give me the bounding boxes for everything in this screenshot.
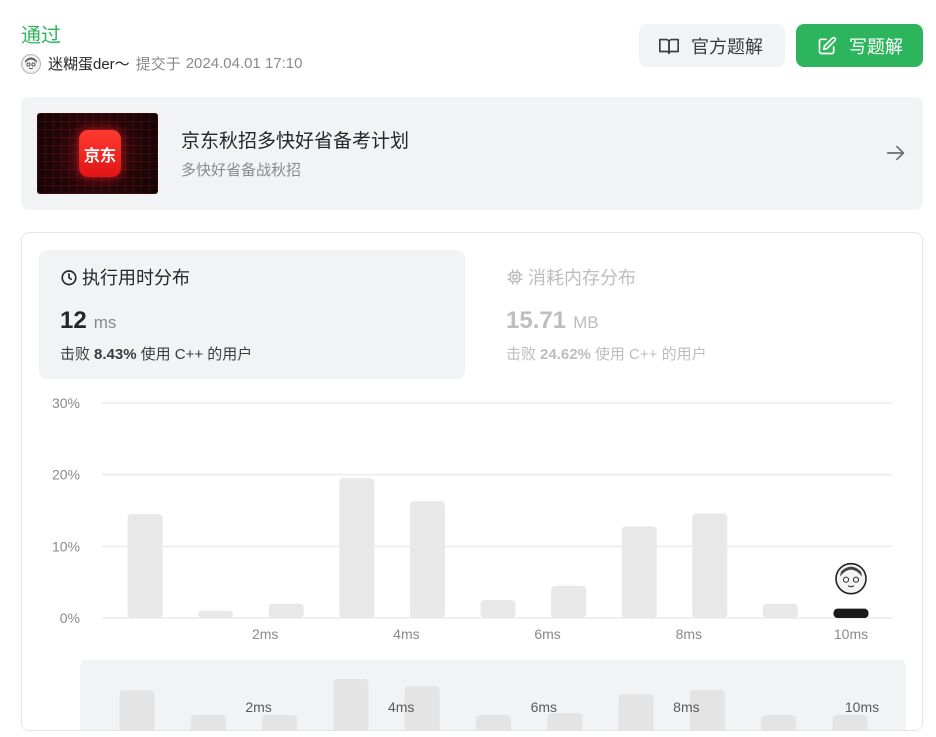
- overview-x-label: 2ms: [245, 699, 271, 715]
- memory-value: 15.71: [506, 307, 567, 334]
- memory-beat-suffix: 使用 C++ 的用户: [594, 346, 707, 363]
- chip-icon: [506, 268, 524, 286]
- jd-logo: 京东: [79, 130, 121, 177]
- user-position-avatar-icon[interactable]: [835, 562, 867, 595]
- avatar[interactable]: [21, 53, 41, 74]
- write-solution-button[interactable]: 写题解: [796, 24, 923, 67]
- write-solution-label: 写题解: [849, 36, 903, 57]
- runtime-beat-suffix: 使用 C++ 的用户: [140, 346, 253, 363]
- overview-bar: [476, 715, 511, 730]
- y-tick-label: 20%: [52, 467, 80, 483]
- bar: [480, 600, 516, 618]
- arrow-right-icon[interactable]: [885, 142, 907, 164]
- bar: [692, 513, 728, 618]
- overview-x-label: 6ms: [531, 699, 557, 715]
- bar: [551, 585, 587, 618]
- runtime-beat-pct: 8.43%: [94, 346, 137, 363]
- performance-card: 执行用时分布 12 ms 击败 8.43% 使用 C++ 的用户 消耗内存分布 15…: [21, 232, 923, 731]
- memory-beat: 击败 24.62% 使用 C++ 的用户: [506, 343, 707, 364]
- y-tick-label: 30%: [52, 395, 80, 411]
- memory-unit: MB: [573, 313, 599, 332]
- memory-title: 消耗内存分布: [528, 268, 636, 288]
- overview-bar: [832, 715, 868, 730]
- bar: [762, 603, 798, 618]
- x-tick-label: 10ms: [834, 626, 868, 642]
- runtime-unit: ms: [93, 313, 117, 332]
- bar: [198, 610, 234, 618]
- book-icon: [657, 34, 681, 58]
- promo-banner[interactable]: 京东 京东秋招多快好省备考计划 多快好省备战秋招: [21, 97, 923, 210]
- bar: [339, 478, 375, 618]
- memory-beat-prefix: 击败: [506, 346, 537, 363]
- overview-bar: [547, 712, 583, 730]
- runtime-title: 执行用时分布: [82, 268, 190, 288]
- overview-bar: [119, 690, 155, 730]
- x-tick-label: 4ms: [393, 626, 419, 642]
- overview-bar: [618, 694, 654, 730]
- overview-x-label: 8ms: [673, 699, 699, 715]
- banner-image: 京东: [37, 113, 158, 194]
- official-solution-button[interactable]: 官方题解: [639, 24, 785, 67]
- user-name[interactable]: 迷糊蛋der〜: [48, 53, 130, 74]
- overview-bar: [190, 715, 226, 730]
- edit-icon: [815, 34, 839, 58]
- overview-bar: [761, 715, 797, 730]
- official-solution-label: 官方题解: [691, 36, 763, 57]
- bar: [268, 603, 304, 618]
- runtime-beat: 击败 8.43% 使用 C++ 的用户: [60, 343, 252, 364]
- selected-bar: [833, 608, 869, 618]
- submit-time: 2024.04.01 17:10: [185, 55, 303, 72]
- submission-meta: 迷糊蛋der〜 提交于 2024.04.01 17:10: [21, 53, 302, 74]
- runtime-distribution-chart[interactable]: 30% 20% 10% 0% 2ms 4ms 6ms 8ms 10ms 2ms 4ms 6ms 8ms…: [22, 383, 922, 731]
- bar: [409, 501, 445, 618]
- tab-memory[interactable]: 消耗内存分布 15.71 MB 击败 24.62% 使用 C++ 的用户: [485, 250, 905, 379]
- bar: [621, 526, 657, 618]
- runtime-beat-prefix: 击败: [60, 346, 91, 363]
- overview-bar: [262, 715, 298, 730]
- y-tick-label: 0%: [60, 610, 80, 626]
- y-tick-label: 10%: [52, 538, 80, 554]
- overview-x-label: 4ms: [388, 699, 414, 715]
- tab-runtime[interactable]: 执行用时分布 12 ms 击败 8.43% 使用 C++ 的用户: [39, 250, 465, 379]
- banner-subtitle: 多快好省备战秋招: [181, 162, 302, 179]
- status-label: 通过: [21, 25, 61, 47]
- clock-icon: [60, 268, 78, 286]
- runtime-value: 12: [60, 307, 87, 334]
- overview-x-label: 10ms: [845, 699, 879, 715]
- memory-beat-pct: 24.62%: [540, 346, 591, 363]
- bar: [127, 514, 163, 618]
- banner-title: 京东秋招多快好省备考计划: [181, 131, 410, 152]
- overview-bar: [333, 679, 369, 730]
- x-tick-label: 6ms: [534, 626, 560, 642]
- x-tick-label: 2ms: [252, 626, 278, 642]
- x-tick-label: 8ms: [676, 626, 702, 642]
- submit-label: 提交于: [135, 56, 181, 73]
